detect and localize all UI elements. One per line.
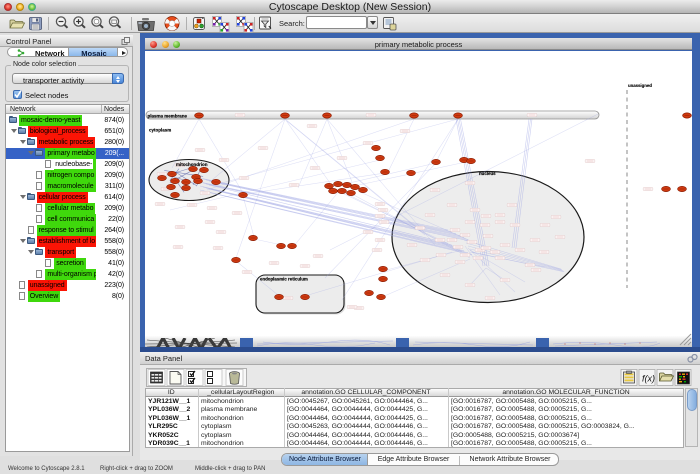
svg-text:unassigned: unassigned — [628, 83, 652, 88]
svg-text:endoplasmic reticulum: endoplasmic reticulum — [260, 277, 308, 282]
svg-text:plasma membrane: plasma membrane — [148, 114, 188, 119]
svg-text:nucleus: nucleus — [479, 171, 496, 176]
svg-text:cytoplasm: cytoplasm — [149, 128, 171, 133]
svg-text:f(x): f(x) — [642, 373, 655, 383]
